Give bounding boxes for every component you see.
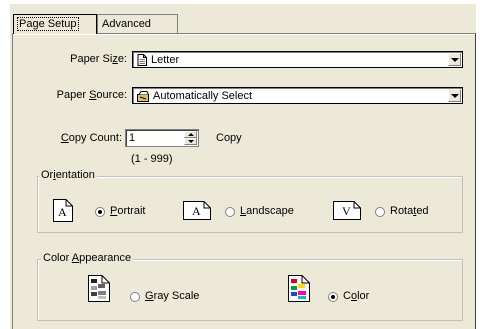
paper-source-label: Paper Source: [56, 89, 127, 101]
svg-text:V: V [342, 204, 351, 218]
svg-text:A: A [58, 205, 67, 219]
rotated-label[interactable]: Rotated [390, 205, 429, 217]
portrait-radio[interactable] [95, 207, 105, 217]
paper-size-value: Letter [151, 54, 180, 66]
spin-down-icon[interactable] [184, 138, 197, 145]
tray-icon [137, 90, 149, 102]
spin-up-icon[interactable] [184, 131, 197, 138]
copy-count-value: 1 [129, 132, 136, 144]
grayscale-icon [88, 275, 110, 302]
paper-size-label: Paper Size: [70, 53, 127, 65]
copy-range-label: (1 - 999) [131, 153, 173, 165]
chevron-down-icon[interactable] [448, 53, 461, 66]
landscape-icon: A [183, 201, 211, 220]
copy-count-label: Copy Count: [60, 132, 122, 144]
tab-advanced-label: Advanced [102, 18, 151, 30]
landscape-label[interactable]: Landscape [240, 205, 294, 217]
color-label[interactable]: Color [343, 290, 369, 302]
copy-count-spinner[interactable] [184, 131, 197, 145]
chevron-down-icon[interactable] [448, 89, 461, 102]
tab-page-setup-label: Page Setup [17, 17, 79, 31]
tab-page-setup[interactable]: Page Setup [13, 14, 97, 34]
landscape-radio[interactable] [225, 207, 235, 217]
copy-unit-label: Copy [216, 132, 242, 144]
svg-text:A: A [192, 204, 201, 218]
rotated-icon: V [333, 201, 361, 220]
portrait-label[interactable]: Portrait [110, 205, 145, 217]
portrait-icon: A [53, 199, 73, 222]
page-icon [137, 54, 147, 67]
tab-advanced[interactable]: Advanced [97, 14, 178, 34]
paper-source-value: Automatically Select [153, 90, 253, 102]
paper-size-dropdown[interactable]: Letter [132, 51, 463, 68]
color-appearance-title: Color Appearance [41, 252, 134, 264]
grayscale-label[interactable]: Gray Scale [145, 290, 199, 302]
color-icon [288, 275, 310, 302]
grayscale-radio[interactable] [130, 292, 140, 302]
copy-count-input[interactable]: 1 [125, 129, 199, 147]
rotated-radio[interactable] [375, 207, 385, 217]
orientation-title: Orientation [39, 169, 97, 181]
paper-source-dropdown[interactable]: Automatically Select [132, 87, 463, 104]
color-radio[interactable] [328, 292, 338, 302]
